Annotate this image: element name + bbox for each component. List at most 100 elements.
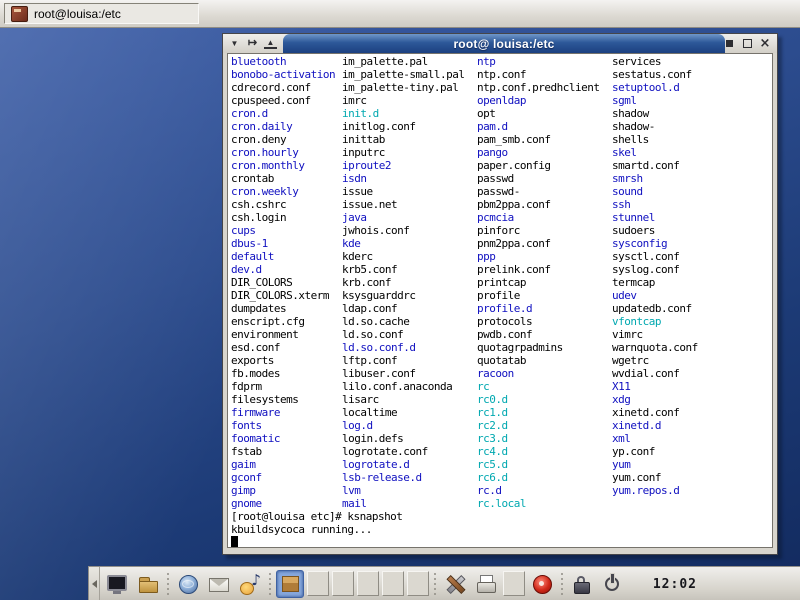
file-entry: smrsh — [612, 172, 698, 185]
file-entry: wvdial.conf — [612, 367, 698, 380]
status-output-line: kbuildsycoca running... — [231, 523, 372, 536]
empty-panel-slot[interactable] — [407, 571, 429, 596]
file-entry: rc2.d — [477, 419, 599, 432]
file-entry: esd.conf — [231, 341, 335, 354]
lock-launcher[interactable] — [568, 570, 596, 598]
music-icon — [239, 573, 261, 595]
tools-icon — [444, 573, 466, 595]
empty-panel-slot[interactable] — [332, 571, 354, 596]
bottom-panel: 12:02 — [88, 566, 800, 600]
file-entry: im_palette-small.pal — [342, 68, 464, 81]
file-entry: printcap — [477, 276, 599, 289]
file-entry: syslog.conf — [612, 263, 698, 276]
file-entry: csh.cshrc — [231, 198, 335, 211]
power-launcher[interactable] — [599, 570, 627, 598]
file-entry: quotatab — [477, 354, 599, 367]
tools-launcher[interactable] — [441, 570, 469, 598]
file-entry: updatedb.conf — [612, 302, 698, 315]
file-entry: bonobo-activation — [231, 68, 335, 81]
eject-icon[interactable] — [264, 38, 277, 49]
file-entry: warnquota.conf — [612, 341, 698, 354]
file-entry: services — [612, 55, 698, 68]
file-entry: ntp — [477, 55, 599, 68]
collapse-icon[interactable] — [228, 37, 241, 50]
printer-launcher[interactable] — [472, 570, 500, 598]
file-entry: sudoers — [612, 224, 698, 237]
file-entry: issue.net — [342, 198, 464, 211]
file-entry: opt — [477, 107, 599, 120]
file-entry: pnm2ppa.conf — [477, 237, 599, 250]
file-entry: stunnel — [612, 211, 698, 224]
file-entry: issue — [342, 185, 464, 198]
file-entry: krb5.conf — [342, 263, 464, 276]
file-entry: X11 — [612, 380, 698, 393]
panel-clock[interactable]: 12:02 — [653, 567, 697, 600]
terminal-launcher[interactable] — [103, 570, 131, 598]
file-entry: mail — [342, 497, 464, 510]
file-entry: im_palette.pal — [342, 55, 464, 68]
terminal-screen[interactable]: bluetoothbonobo-activationcdrecord.confc… — [227, 53, 773, 548]
file-entry: init.d — [342, 107, 464, 120]
file-entry: rc3.d — [477, 432, 599, 445]
file-entry: cron.daily — [231, 120, 335, 133]
file-entry: rc — [477, 380, 599, 393]
file-entry: profile.d — [477, 302, 599, 315]
file-entry: imrc — [342, 94, 464, 107]
file-entry: kde — [342, 237, 464, 250]
file-entry: gnome — [231, 497, 335, 510]
file-entry: xdg — [612, 393, 698, 406]
file-entry: environment — [231, 328, 335, 341]
lock-icon — [571, 573, 593, 595]
player-launcher[interactable] — [528, 570, 556, 598]
minimize-button[interactable] — [722, 37, 736, 51]
file-entry: ldap.conf — [342, 302, 464, 315]
file-entry: fdprm — [231, 380, 335, 393]
file-entry: udev — [612, 289, 698, 302]
file-entry: inputrc — [342, 146, 464, 159]
file-entry: iproute2 — [342, 159, 464, 172]
file-entry: shells — [612, 133, 698, 146]
file-entry: pinforc — [477, 224, 599, 237]
file-entry: smartd.conf — [612, 159, 698, 172]
file-entry: DIR_COLORS — [231, 276, 335, 289]
file-entry: lilo.conf.anaconda — [342, 380, 464, 393]
file-entry: default — [231, 250, 335, 263]
file-entry: gaim — [231, 458, 335, 471]
file-entry: cpuspeed.conf — [231, 94, 335, 107]
file-entry: krb.conf — [342, 276, 464, 289]
package-launcher[interactable] — [276, 570, 304, 598]
folder-launcher[interactable] — [134, 570, 162, 598]
file-entry: xinetd.conf — [612, 406, 698, 419]
titlebar[interactable]: root@ louisa:/etc × — [223, 34, 777, 53]
file-entry: skel — [612, 146, 698, 159]
taskbar-window-button[interactable]: root@louisa:/etc — [4, 3, 199, 24]
file-entry: lisarc — [342, 393, 464, 406]
window-buttons: × — [722, 34, 772, 53]
detach-icon[interactable] — [246, 37, 259, 50]
file-entry: dev.d — [231, 263, 335, 276]
printer-icon — [475, 573, 497, 595]
globe-launcher[interactable] — [174, 570, 202, 598]
music-launcher[interactable] — [236, 570, 264, 598]
terminal-window: root@ louisa:/etc × bluetoothbonobo-acti… — [222, 33, 778, 555]
file-entry: im_palette-tiny.pal — [342, 81, 464, 94]
panel-hide-handle[interactable] — [89, 567, 100, 600]
file-entry: pam.d — [477, 120, 599, 133]
file-entry: wgetrc — [612, 354, 698, 367]
taskbar-window-label: root@louisa:/etc — [34, 7, 121, 21]
mail-launcher[interactable] — [205, 570, 233, 598]
file-entry: rc.local — [477, 497, 599, 510]
empty-panel-slot[interactable] — [307, 571, 329, 596]
file-entry: termcap — [612, 276, 698, 289]
package-icon — [279, 573, 301, 595]
file-entry: libuser.conf — [342, 367, 464, 380]
empty-panel-slot[interactable] — [503, 571, 525, 596]
empty-panel-slot[interactable] — [357, 571, 379, 596]
maximize-button[interactable] — [740, 37, 754, 51]
empty-panel-slot[interactable] — [382, 571, 404, 596]
panel-separator — [267, 570, 273, 598]
file-entry: sgml — [612, 94, 698, 107]
file-listing-column-1: bluetoothbonobo-activationcdrecord.confc… — [231, 55, 335, 510]
close-button[interactable]: × — [758, 37, 772, 51]
file-entry: crontab — [231, 172, 335, 185]
